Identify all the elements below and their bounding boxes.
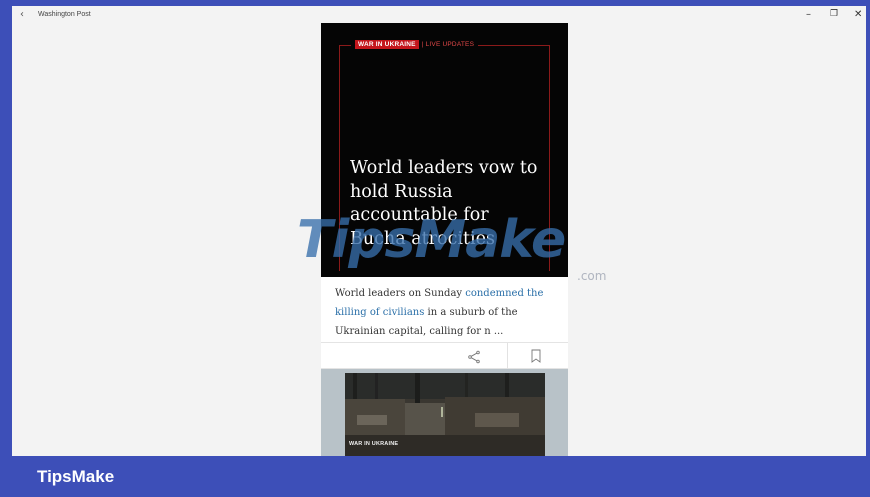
- next-story-tag: WAR IN UKRAINE: [349, 441, 399, 447]
- window-frame-left: [0, 0, 12, 456]
- article-hero[interactable]: WAR IN UKRAINE | LIVE UPDATES World lead…: [321, 23, 568, 277]
- watermark-suffix: .com: [577, 269, 607, 283]
- article-card[interactable]: WAR IN UKRAINE | LIVE UPDATES World lead…: [321, 23, 568, 456]
- article-summary: World leaders on Sunday condemned the ki…: [335, 284, 557, 341]
- section-tag: WAR IN UKRAINE: [355, 40, 419, 49]
- footer-bar: TipsMake: [0, 456, 870, 497]
- live-updates-tag: | LIVE UPDATES: [421, 41, 475, 48]
- article-tag: WAR IN UKRAINE | LIVE UPDATES: [351, 39, 479, 50]
- footer-brand: TipsMake: [37, 467, 115, 486]
- minimize-button[interactable]: –: [806, 10, 811, 20]
- actions-divider: [507, 343, 508, 369]
- next-story-card[interactable]: WAR IN UKRAINE: [321, 369, 568, 456]
- article-actions: [321, 342, 568, 369]
- maximize-button[interactable]: ❐: [830, 10, 838, 19]
- article-headline[interactable]: World leaders vow to hold Russia account…: [350, 157, 540, 251]
- bookmark-icon[interactable]: [530, 349, 542, 363]
- share-icon[interactable]: [467, 350, 481, 364]
- back-button[interactable]: ‹: [20, 9, 24, 20]
- app-title: Washington Post: [38, 11, 91, 18]
- window-frame-right: [866, 0, 870, 456]
- app-window: ‹ Washington Post – ❐ ✕ WAR IN UKRAINE |…: [12, 6, 866, 456]
- summary-text-start: World leaders on Sunday: [335, 288, 466, 299]
- close-button[interactable]: ✕: [854, 10, 862, 20]
